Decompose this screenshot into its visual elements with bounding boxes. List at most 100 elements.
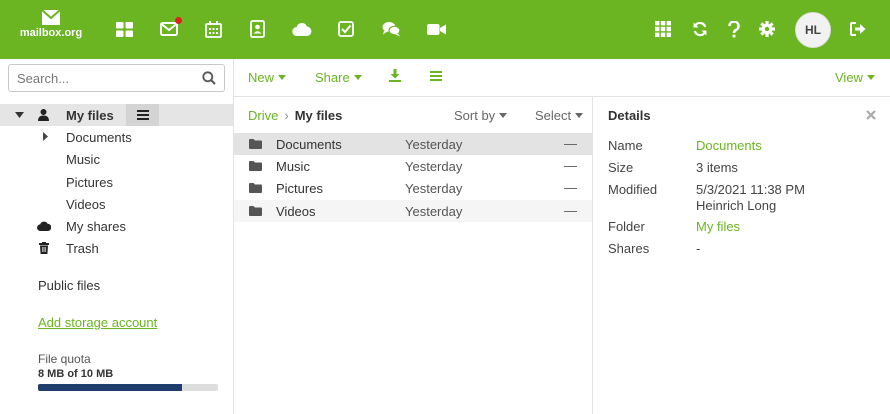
envelope-logo-icon [42, 10, 60, 25]
toolbar: New Share View [234, 59, 890, 97]
tree-label-videos: Videos [66, 196, 106, 212]
file-quota-bar [38, 384, 218, 391]
file-size: — [564, 158, 577, 173]
table-row[interactable]: Music Yesterday — [234, 155, 592, 177]
details-name-value[interactable]: Documents [696, 138, 762, 153]
search-input[interactable] [9, 65, 189, 91]
hamburger-icon [430, 71, 442, 81]
sort-by-label: Sort by [454, 108, 496, 123]
caret-right-icon[interactable] [43, 132, 48, 141]
details-pane: Details Name Documents Size 3 items Modi… [593, 97, 890, 414]
my-files-label: My files [66, 107, 114, 123]
select-button[interactable]: Select [535, 108, 584, 123]
view-button[interactable]: View [835, 70, 875, 85]
logout-icon[interactable] [843, 14, 873, 44]
file-date: Yesterday [405, 181, 463, 196]
tree-item-pictures[interactable]: Pictures [0, 171, 233, 193]
file-name: Documents [276, 137, 342, 152]
table-row[interactable]: Pictures Yesterday — [234, 177, 592, 199]
cloud-icon [37, 221, 51, 231]
add-storage-account-link[interactable]: Add storage account [38, 315, 157, 330]
breadcrumb-current: My files [294, 108, 343, 123]
tree-item-trash[interactable]: Trash [0, 237, 233, 259]
details-shares-value: - [696, 241, 701, 256]
new-button-label: New [248, 70, 275, 85]
table-row[interactable]: Videos Yesterday — [234, 200, 592, 222]
tree-item-music[interactable]: Music [0, 148, 233, 170]
notification-dot [175, 17, 182, 24]
file-size: — [564, 203, 577, 218]
tree-item-my-files[interactable]: My files [0, 104, 233, 126]
top-bar: mailbox.org HL [0, 0, 890, 59]
details-size-label: Size [608, 160, 634, 175]
file-name: Videos [276, 204, 316, 219]
tree-item-documents[interactable]: Documents [0, 126, 233, 148]
caret-down-icon[interactable] [15, 112, 24, 118]
caret-down-icon [499, 113, 508, 118]
tree-label-documents: Documents [66, 129, 132, 145]
video-icon[interactable] [421, 14, 451, 44]
caret-down-icon [353, 75, 362, 80]
details-modified-by: Heinrich Long [696, 198, 777, 213]
apps-grid-icon[interactable] [109, 14, 139, 44]
caret-down-icon [575, 113, 584, 118]
tree-item-videos[interactable]: Videos [0, 193, 233, 215]
file-date: Yesterday [405, 159, 463, 174]
file-date: Yesterday [405, 137, 463, 152]
share-button[interactable]: Share [315, 70, 362, 85]
file-quota-label: File quota [38, 352, 91, 366]
share-button-label: Share [315, 70, 350, 85]
search-box [8, 64, 225, 92]
file-size: — [564, 180, 577, 195]
tasks-icon[interactable] [331, 14, 361, 44]
avatar[interactable]: HL [795, 12, 831, 48]
table-row[interactable]: Documents Yesterday — [234, 133, 592, 155]
file-name: Pictures [276, 181, 323, 196]
select-label: Select [535, 108, 572, 123]
breadcrumb-separator: › [284, 108, 289, 123]
logo-text: mailbox.org [19, 27, 83, 39]
tree-label-pictures: Pictures [66, 174, 113, 190]
folder-icon [249, 139, 262, 149]
details-modified-value: 5/3/2021 11:38 PM [696, 182, 805, 197]
folder-menu-button[interactable] [126, 104, 159, 126]
user-icon [38, 109, 49, 121]
sort-by-button[interactable]: Sort by [454, 108, 508, 123]
logo[interactable]: mailbox.org [18, 10, 84, 50]
details-modified-label: Modified [608, 182, 658, 197]
file-quota-fill [38, 384, 182, 391]
folder-icon [249, 206, 262, 216]
details-folder-value[interactable]: My files [696, 219, 740, 234]
details-shares-label: Shares [608, 241, 650, 256]
details-name-label: Name [608, 138, 643, 153]
calendar-icon[interactable] [198, 14, 228, 44]
view-button-label: View [835, 70, 863, 85]
file-list-pane: Drive › My files Sort by Select Documents … [234, 97, 593, 414]
download-icon [389, 69, 401, 82]
close-icon[interactable] [866, 108, 876, 123]
download-button[interactable] [389, 69, 401, 82]
launcher-grid-icon[interactable] [648, 14, 678, 44]
drive-cloud-icon[interactable] [287, 14, 317, 44]
details-size-value: 3 items [696, 160, 738, 175]
public-files-link[interactable]: Public files [38, 278, 100, 293]
breadcrumb-drive[interactable]: Drive [248, 108, 278, 123]
chat-icon[interactable] [376, 14, 406, 44]
tree-label-trash: Trash [66, 240, 99, 256]
folder-icon [249, 161, 262, 171]
list-menu-button[interactable] [430, 71, 442, 81]
mail-icon[interactable] [154, 14, 184, 44]
refresh-icon[interactable] [685, 14, 715, 44]
settings-icon[interactable] [752, 14, 782, 44]
caret-down-icon [866, 75, 875, 80]
tree-item-my-shares[interactable]: My shares [0, 215, 233, 237]
breadcrumb: Drive › My files [248, 108, 342, 123]
new-button[interactable]: New [248, 70, 287, 85]
help-icon[interactable] [719, 14, 749, 44]
contacts-icon[interactable] [242, 14, 272, 44]
details-title: Details [608, 108, 651, 123]
file-date: Yesterday [405, 204, 463, 219]
hamburger-icon [136, 110, 149, 120]
trash-icon [39, 242, 49, 254]
search-icon[interactable] [202, 71, 216, 88]
